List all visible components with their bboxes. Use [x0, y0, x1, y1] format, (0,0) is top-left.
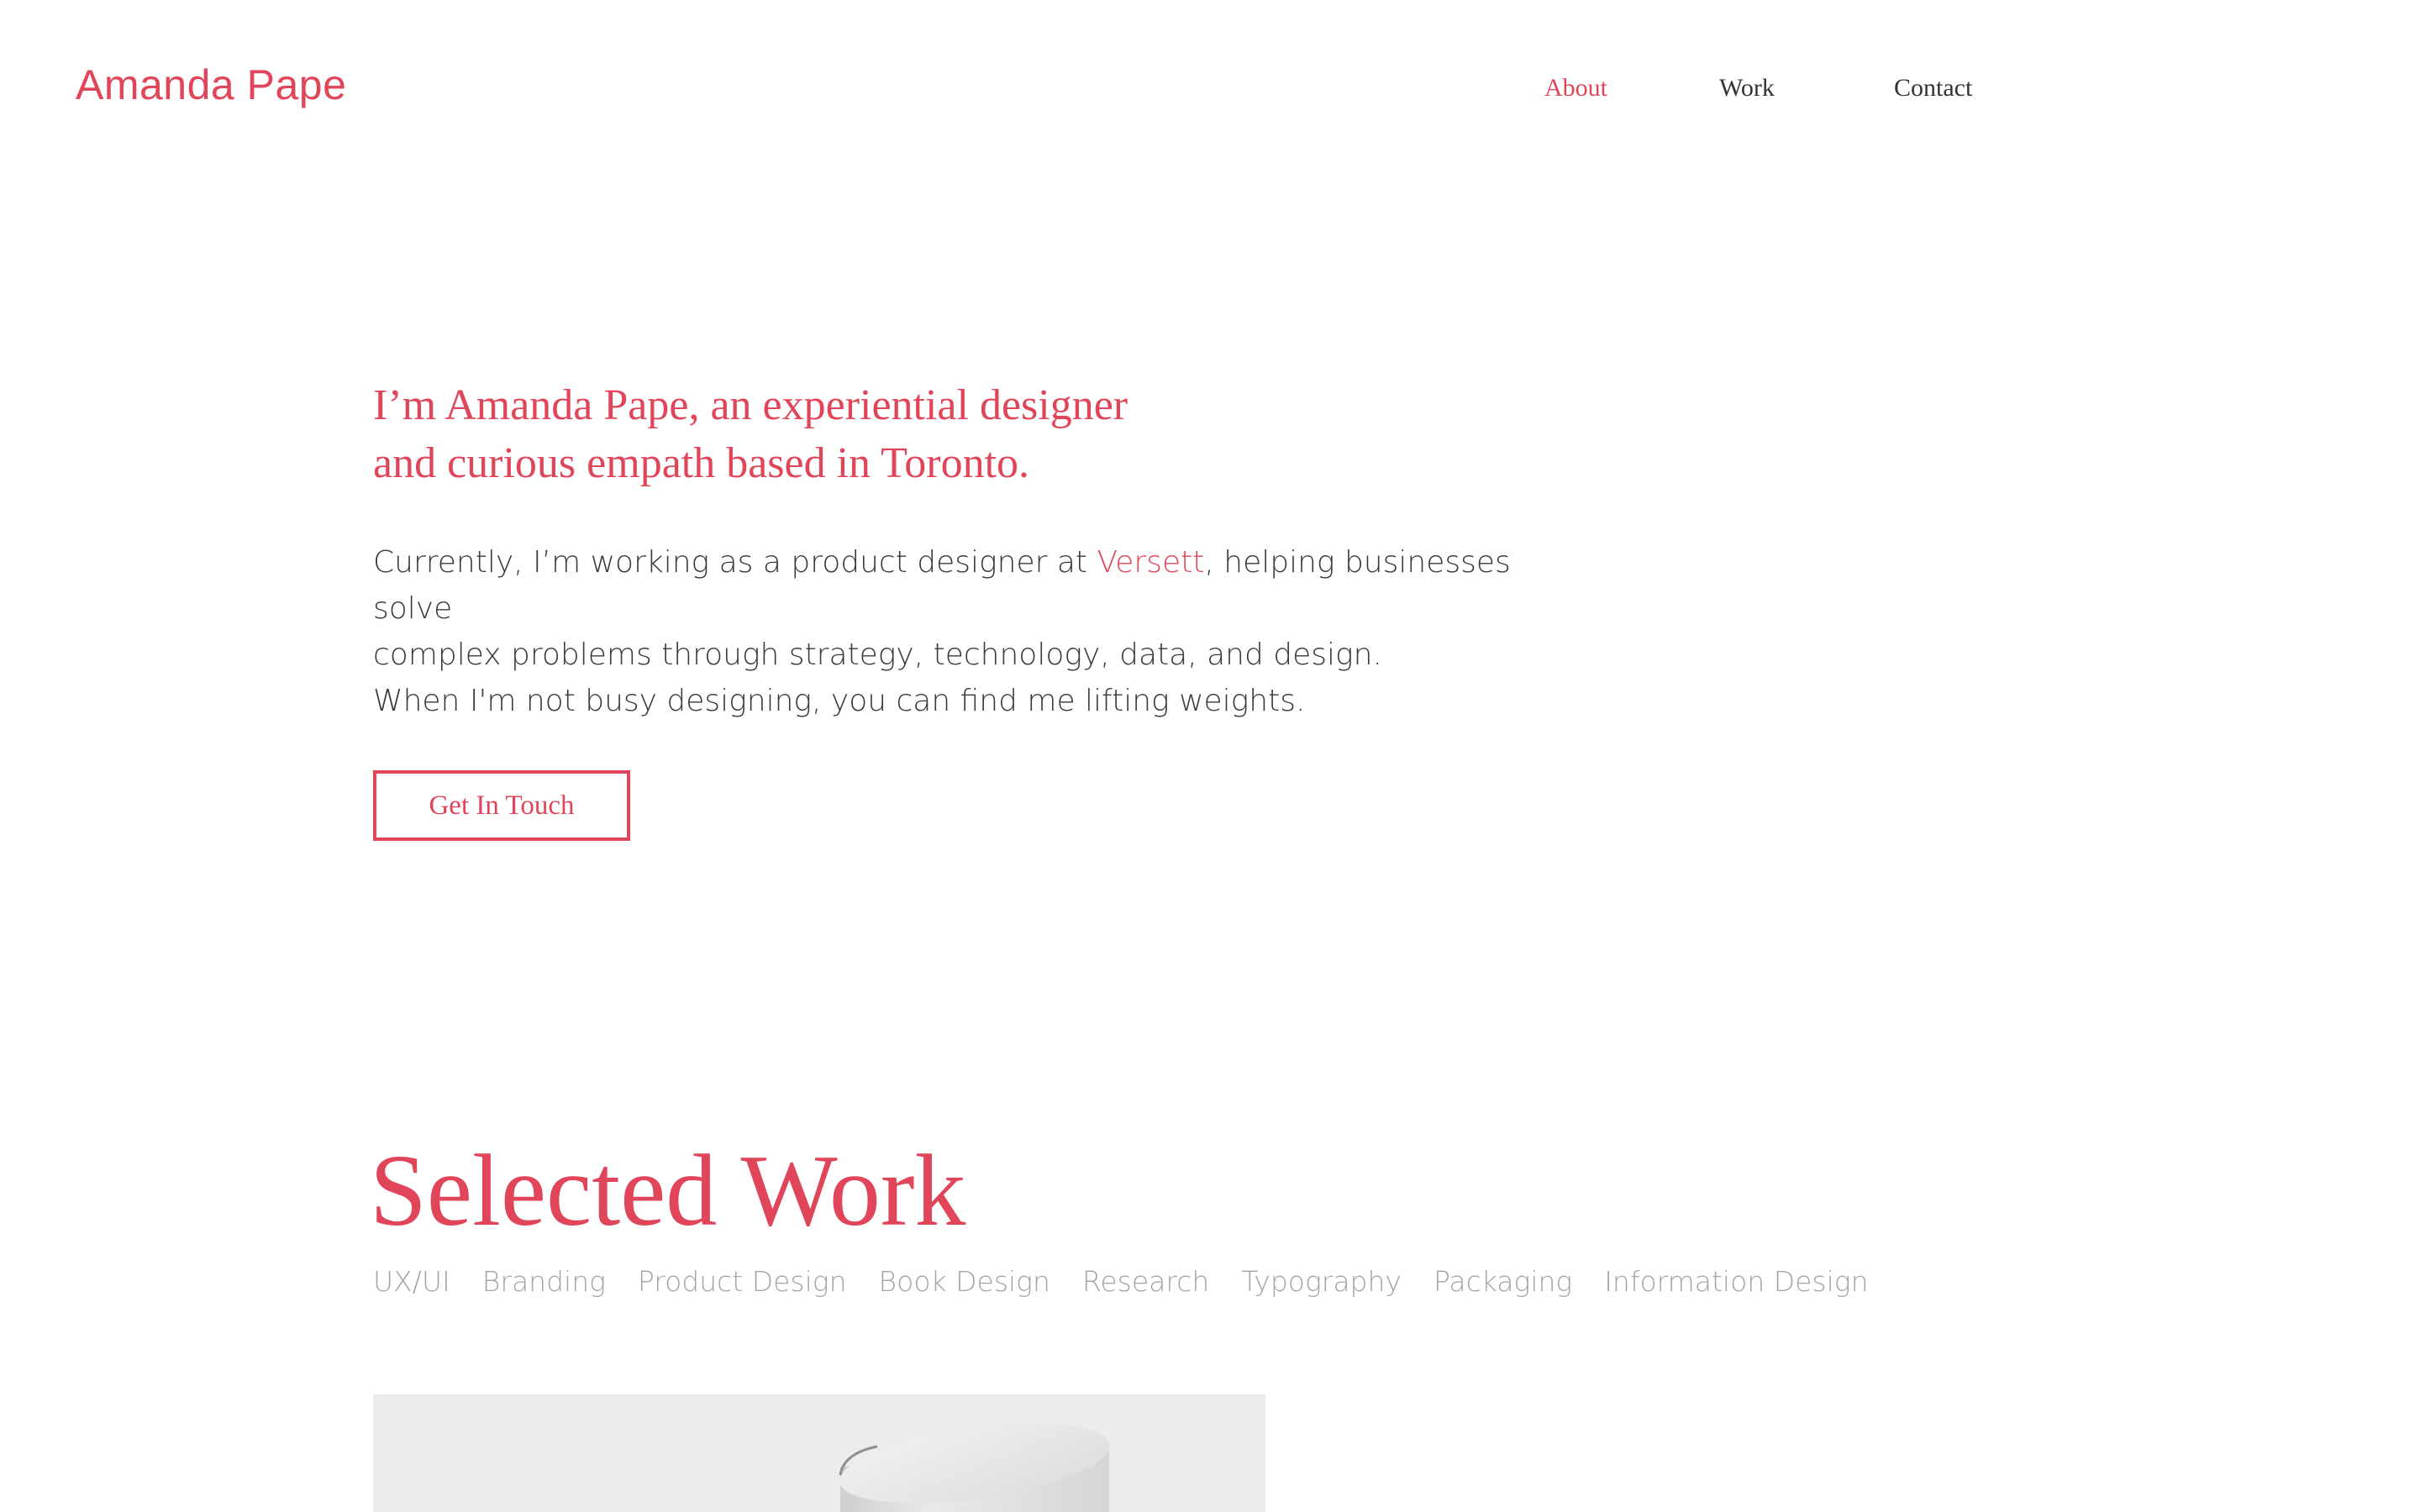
main-nav: About Work Contact [0, 74, 2420, 111]
filter-typography[interactable]: Typography [1241, 1265, 1402, 1307]
intro-headline: I’m Amanda Pape, an experiential designe… [373, 376, 1381, 492]
product-render-image [839, 1423, 1110, 1512]
get-in-touch-button[interactable]: Get In Touch [373, 770, 630, 841]
para1-text-before: Currently, I’m working as a product desi… [373, 545, 1097, 580]
work-card[interactable] [373, 1394, 1265, 1512]
selected-work-title: Selected Work [370, 1134, 966, 1247]
headline-line-1: I’m Amanda Pape, an experiential designe… [373, 381, 1128, 429]
page: Amanda Pape About Work Contact I’m Amand… [0, 0, 2420, 1512]
intro-paragraph-work: Currently, I’m working as a product desi… [373, 539, 1549, 678]
nav-work[interactable]: Work [1719, 74, 1775, 102]
nav-contact[interactable]: Contact [1894, 74, 1972, 102]
filter-packaging[interactable]: Packaging [1434, 1265, 1572, 1307]
nav-about[interactable]: About [1544, 74, 1607, 102]
filter-branding[interactable]: Branding [482, 1265, 606, 1307]
headline-line-2: and curious empath based in Toronto. [373, 439, 1030, 487]
para1-line-2: complex problems through strategy, techn… [373, 638, 1382, 672]
filter-ux-ui[interactable]: UX/UI [373, 1265, 450, 1307]
versett-link[interactable]: Versett [1097, 545, 1204, 580]
filter-product-design[interactable]: Product Design [638, 1265, 847, 1307]
filter-book-design[interactable]: Book Design [879, 1265, 1050, 1307]
filter-research[interactable]: Research [1082, 1265, 1209, 1307]
filter-information-design[interactable]: Information Design [1604, 1265, 1868, 1307]
intro-paragraph-hobby: When I'm not busy designing, you can fin… [373, 684, 1306, 718]
work-filters: UX/UI Branding Product Design Book Desig… [373, 1265, 1869, 1307]
